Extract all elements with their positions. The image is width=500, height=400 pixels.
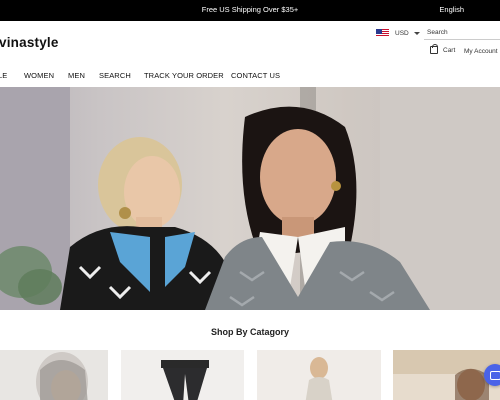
category-image — [0, 350, 108, 400]
chevron-down-icon — [413, 31, 420, 35]
nav-item-contact[interactable]: CONTACT US — [231, 71, 280, 80]
announcement-bar: Free US Shipping Over $35+ English — [0, 0, 500, 21]
category-card[interactable] — [0, 350, 108, 400]
category-card[interactable] — [121, 350, 244, 400]
hero-image — [0, 87, 500, 310]
nav-item-sale[interactable]: LE — [0, 71, 7, 80]
cart-label: Cart — [443, 46, 456, 54]
shopping-bag-icon — [430, 44, 438, 54]
currency-selector[interactable]: USD — [376, 29, 420, 37]
section-title: Shop By Catagory — [210, 327, 289, 337]
us-flag-icon — [376, 29, 389, 37]
chat-icon[interactable] — [484, 364, 500, 386]
shipping-message: Free US Shipping Over $35+ — [201, 5, 299, 14]
hero-banner[interactable] — [0, 87, 500, 310]
cart-link[interactable]: Cart — [430, 44, 456, 54]
nav-item-men[interactable]: MEN — [68, 71, 85, 80]
currency-label: USD — [395, 29, 409, 37]
search-input[interactable] — [424, 26, 500, 40]
category-image — [257, 350, 381, 400]
site-header: vinastyle USD Cart My Account LE WOMEN M… — [0, 21, 500, 86]
account-link[interactable]: My Account — [464, 48, 498, 55]
nav-item-women[interactable]: WOMEN — [24, 71, 54, 80]
nav-item-track-order[interactable]: TRACK YOUR ORDER — [144, 71, 224, 80]
language-selector[interactable]: English — [439, 5, 464, 14]
category-image — [121, 350, 244, 400]
site-logo[interactable]: vinastyle — [0, 35, 59, 50]
nav-item-search[interactable]: SEARCH — [99, 71, 131, 80]
category-card[interactable] — [257, 350, 381, 400]
